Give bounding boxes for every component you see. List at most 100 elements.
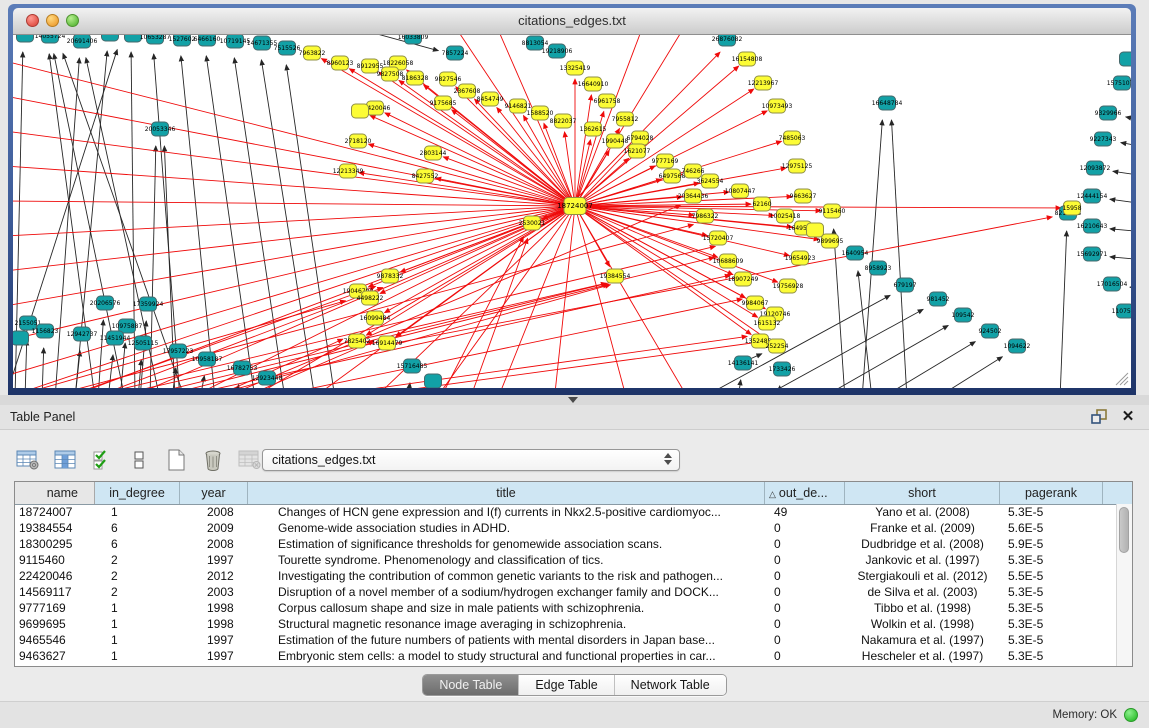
new-document-icon[interactable] [163, 447, 189, 473]
cell-out_degree[interactable]: 0 [765, 568, 845, 584]
cell-pagerank[interactable]: 5.3E-5 [1000, 552, 1103, 568]
cell-title[interactable]: Structural magnetic resonance image aver… [248, 616, 765, 632]
cell-pagerank[interactable]: 5.3E-5 [1000, 648, 1103, 664]
window-titlebar[interactable]: citations_edges.txt [13, 8, 1131, 35]
cell-out_degree[interactable]: 0 [765, 648, 845, 664]
citation-network-graph[interactable]: 1405572420691406106532871527602646616010… [13, 35, 1131, 388]
cell-in_degree[interactable]: 1 [95, 600, 180, 616]
cell-name[interactable]: 9115460 [15, 552, 95, 568]
cell-pagerank[interactable]: 5.3E-5 [1000, 504, 1103, 520]
cell-out_degree[interactable]: 0 [765, 616, 845, 632]
table-row[interactable]: 946362711997Embryonic stem cells: a mode… [15, 648, 1117, 664]
column-header-short[interactable]: short [845, 482, 1000, 504]
column-header-name[interactable]: name [15, 482, 95, 504]
cell-pagerank[interactable]: 5.3E-5 [1000, 584, 1103, 600]
cell-title[interactable]: Embryonic stem cells: a model to study s… [248, 648, 765, 664]
table-row[interactable]: 969969511998Structural magnetic resonanc… [15, 616, 1117, 632]
cell-pagerank[interactable]: 5.6E-5 [1000, 520, 1103, 536]
cell-in_degree[interactable]: 6 [95, 520, 180, 536]
column-header-year[interactable]: year [180, 482, 248, 504]
rows-icon[interactable] [126, 447, 152, 473]
cell-name[interactable]: 9463627 [15, 648, 95, 664]
cell-out_degree[interactable]: 0 [765, 600, 845, 616]
cell-year[interactable]: 1998 [180, 600, 248, 616]
close-panel-icon[interactable]: ✕ [1119, 407, 1137, 427]
cell-year[interactable]: 1997 [180, 648, 248, 664]
table-row[interactable]: 1872400712008Changes of HCN gene express… [15, 504, 1117, 520]
cell-short[interactable]: Dudbridge et al. (2008) [845, 536, 1000, 552]
tab-network-table[interactable]: Network Table [614, 675, 726, 695]
table-row[interactable]: 977716911998Corpus callosum shape and si… [15, 600, 1117, 616]
cell-pagerank[interactable]: 5.5E-5 [1000, 568, 1103, 584]
cell-short[interactable]: Nakamura et al. (1997) [845, 632, 1000, 648]
cell-title[interactable]: Disruption of a novel member of a sodium… [248, 584, 765, 600]
network-table-select[interactable]: citations_edges.txt [262, 449, 680, 471]
cell-pagerank[interactable]: 5.3E-5 [1000, 632, 1103, 648]
graph-node[interactable] [1120, 52, 1132, 66]
cell-short[interactable]: de Silva et al. (2003) [845, 584, 1000, 600]
column-visibility-icon[interactable] [52, 447, 78, 473]
cell-name[interactable]: 18724007 [15, 504, 95, 520]
cell-short[interactable]: Stergiakouli et al. (2012) [845, 568, 1000, 584]
cell-out_degree[interactable]: 0 [765, 536, 845, 552]
scrollbar-thumb[interactable] [1119, 507, 1129, 553]
float-window-icon[interactable] [1091, 409, 1109, 425]
graph-node[interactable] [17, 35, 34, 42]
cell-in_degree[interactable]: 1 [95, 616, 180, 632]
cell-in_degree[interactable]: 6 [95, 536, 180, 552]
cell-short[interactable]: Yano et al. (2008) [845, 504, 1000, 520]
cell-out_degree[interactable]: 49 [765, 504, 845, 520]
tab-edge-table[interactable]: Edge Table [518, 675, 613, 695]
table-row[interactable]: 1456911722003Disruption of a novel membe… [15, 584, 1117, 600]
table-gear-icon[interactable] [15, 447, 41, 473]
table-row[interactable]: 2242004622012Investigating the contribut… [15, 568, 1117, 584]
cell-name[interactable]: 14569117 [15, 584, 95, 600]
cell-in_degree[interactable]: 1 [95, 632, 180, 648]
cell-name[interactable]: 22420046 [15, 568, 95, 584]
cell-pagerank[interactable]: 5.3E-5 [1000, 616, 1103, 632]
cell-year[interactable]: 2012 [180, 568, 248, 584]
cell-name[interactable]: 18300295 [15, 536, 95, 552]
cell-name[interactable]: 9465546 [15, 632, 95, 648]
cell-short[interactable]: Hescheler et al. (1997) [845, 648, 1000, 664]
cell-title[interactable]: Genome-wide association studies in ADHD. [248, 520, 765, 536]
cell-short[interactable]: Tibbo et al. (1998) [845, 600, 1000, 616]
cell-year[interactable]: 1998 [180, 616, 248, 632]
cell-title[interactable]: Corpus callosum shape and size in male p… [248, 600, 765, 616]
cell-pagerank[interactable]: 5.9E-5 [1000, 536, 1103, 552]
graph-node[interactable] [425, 374, 442, 388]
cell-name[interactable]: 9699695 [15, 616, 95, 632]
cell-year[interactable]: 2009 [180, 520, 248, 536]
cell-year[interactable]: 2008 [180, 536, 248, 552]
cell-out_degree[interactable]: 0 [765, 520, 845, 536]
cell-title[interactable]: Tourette syndrome. Phenomenology and cla… [248, 552, 765, 568]
cell-in_degree[interactable]: 1 [95, 648, 180, 664]
divider-handle-icon[interactable] [568, 397, 578, 403]
cell-short[interactable]: Franke et al. (2009) [845, 520, 1000, 536]
table-row[interactable]: 911546021997Tourette syndrome. Phenomeno… [15, 552, 1117, 568]
cell-in_degree[interactable]: 1 [95, 504, 180, 520]
checkmarks-icon[interactable] [89, 447, 115, 473]
column-header-in_degree[interactable]: in_degree [95, 482, 180, 504]
network-canvas[interactable]: 1405572420691406106532871527602646616010… [13, 35, 1131, 388]
graph-node[interactable] [102, 35, 119, 41]
cell-year[interactable]: 2008 [180, 504, 248, 520]
cell-in_degree[interactable]: 2 [95, 584, 180, 600]
column-header-title[interactable]: title [248, 482, 765, 504]
cell-name[interactable]: 19384554 [15, 520, 95, 536]
table-row[interactable]: 1830029562008Estimation of significance … [15, 536, 1117, 552]
cell-short[interactable]: Wolkin et al. (1998) [845, 616, 1000, 632]
cell-out_degree[interactable]: 0 [765, 552, 845, 568]
split-pane-divider[interactable] [0, 395, 1149, 405]
cell-year[interactable]: 1997 [180, 632, 248, 648]
vertical-scrollbar[interactable] [1116, 504, 1132, 666]
table-row[interactable]: 1938455462009Genome-wide association stu… [15, 520, 1117, 536]
resize-grip-icon[interactable] [1113, 370, 1129, 386]
cell-pagerank[interactable]: 5.3E-5 [1000, 600, 1103, 616]
tab-node-table[interactable]: Node Table [423, 675, 518, 695]
memory-ok-icon[interactable] [1124, 708, 1138, 722]
cell-year[interactable]: 2003 [180, 584, 248, 600]
cell-name[interactable]: 9777169 [15, 600, 95, 616]
cell-title[interactable]: Estimation of significance thresholds fo… [248, 536, 765, 552]
cell-title[interactable]: Estimation of the future numbers of pati… [248, 632, 765, 648]
